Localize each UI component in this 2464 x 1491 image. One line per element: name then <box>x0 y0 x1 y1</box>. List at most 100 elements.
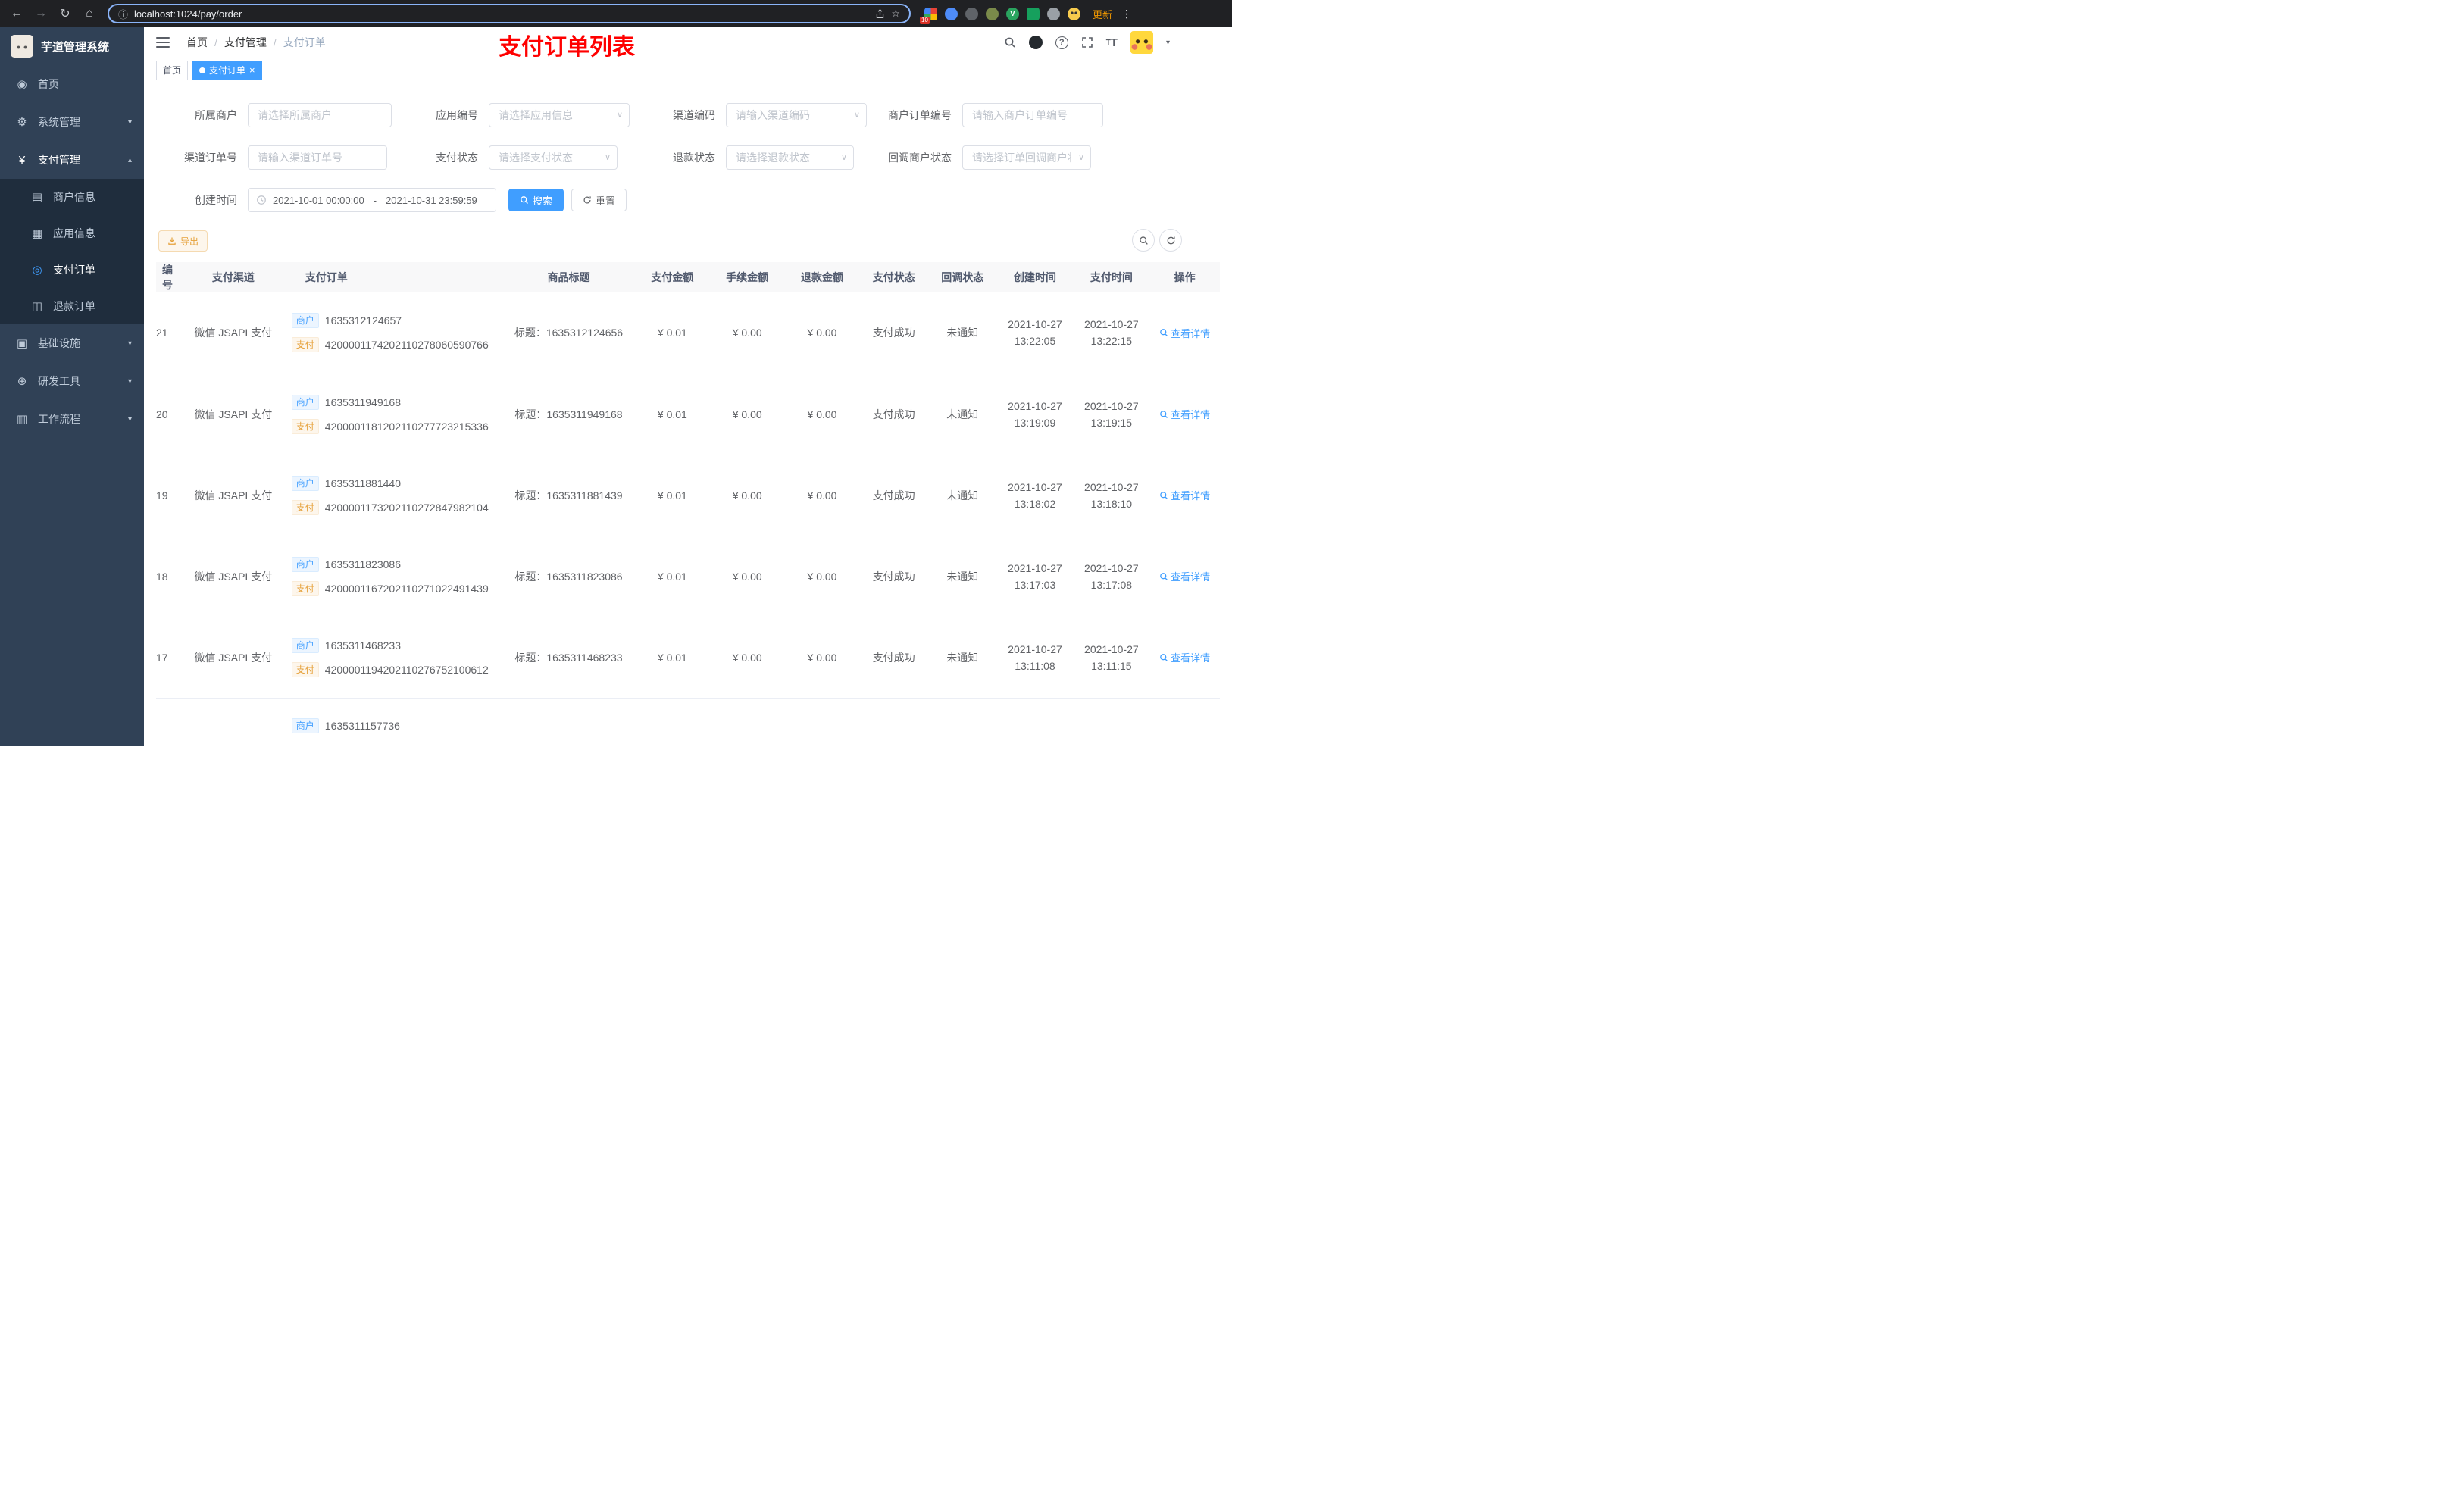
channel-order-no-input[interactable] <box>248 145 387 170</box>
search-button[interactable]: 搜索 <box>508 189 564 211</box>
extensions-puzzle-icon[interactable] <box>1047 7 1060 20</box>
view-detail-label: 查看详情 <box>1171 571 1211 583</box>
avatar-dropdown-icon[interactable]: ▾ <box>1166 39 1170 47</box>
sidebar-item-pay-order[interactable]: ◎ 支付订单 <box>0 252 144 288</box>
extension-icon-1[interactable]: 10 <box>920 7 937 24</box>
merchant-order-no-input[interactable] <box>962 103 1103 127</box>
breadcrumb-section[interactable]: 支付管理 <box>224 35 267 50</box>
close-tab-icon[interactable]: × <box>249 65 255 75</box>
sidebar-item-label: 首页 <box>38 78 59 90</box>
url-text[interactable]: localhost:1024/pay/order <box>134 8 869 20</box>
refund-amount: ¥ 0.00 <box>784 292 860 374</box>
merchant-input[interactable] <box>248 103 392 127</box>
view-detail-label: 查看详情 <box>1171 409 1211 420</box>
refund-amount: ¥ 0.00 <box>784 455 860 536</box>
collapse-sidebar-icon[interactable] <box>156 37 170 48</box>
chevron-down-icon: ▾ <box>127 339 132 348</box>
view-detail-link[interactable]: 查看详情 <box>1159 326 1210 340</box>
sidebar-item-system[interactable]: ⚙ 系统管理 ▾ <box>0 103 144 141</box>
sidebar-item-app-info[interactable]: ▦ 应用信息 <box>0 215 144 252</box>
bookmark-star-icon[interactable]: ☆ <box>891 8 900 20</box>
browser-home-icon[interactable]: ⌂ <box>80 7 98 20</box>
sidebar-item-refund-order[interactable]: ◫ 退款订单 <box>0 288 144 324</box>
col-create-time: 创建时间 <box>996 262 1074 292</box>
col-actions: 操作 <box>1149 262 1220 292</box>
order-id: 18 <box>156 536 183 617</box>
fee-amount: ¥ 0.00 <box>709 292 785 374</box>
pay-status-select[interactable] <box>489 145 618 170</box>
pay-status: 支付成功 <box>859 536 928 617</box>
search-icon[interactable] <box>1004 36 1016 48</box>
merchant-tag: 商户 <box>291 556 319 572</box>
github-icon[interactable] <box>1028 36 1043 49</box>
extension-icon-4[interactable] <box>986 7 999 20</box>
font-size-icon[interactable]: TT <box>1106 36 1118 49</box>
help-icon[interactable]: ? <box>1055 36 1068 49</box>
create-time: 2021-10-27 13:17:03 <box>996 536 1074 617</box>
profile-avatar-icon[interactable] <box>1068 7 1080 20</box>
site-info-icon[interactable]: ⓘ <box>118 7 128 21</box>
reset-button[interactable]: 重置 <box>571 189 627 211</box>
tag-views-bar: 首页 支付订单 × <box>144 58 1232 83</box>
sidebar-item-payment[interactable]: ¥ 支付管理 ▴ <box>0 141 144 179</box>
pay-clock: 13:17:08 <box>1090 578 1133 591</box>
merchant-order-no-filter-label: 商户订单编号 <box>888 109 952 121</box>
user-avatar[interactable] <box>1130 31 1153 54</box>
yen-icon: ¥ <box>18 153 26 167</box>
view-detail-link[interactable]: 查看详情 <box>1159 569 1210 583</box>
refund-status-select[interactable] <box>726 145 854 170</box>
page-header: 首页 / 支付管理 / 支付订单 支付订单列表 ? TT ▾ <box>144 27 1232 60</box>
browser-back-icon[interactable]: ← <box>8 7 26 20</box>
sidebar-item-merchant-info[interactable]: ▤ 商户信息 <box>0 179 144 215</box>
refund-status-filter: ∨ <box>726 145 854 170</box>
extension-icon-6[interactable] <box>1027 7 1040 20</box>
breadcrumb: 首页 / 支付管理 / 支付订单 <box>186 35 326 50</box>
sidebar-item-dev-tools[interactable]: ⊕ 研发工具 ▾ <box>0 362 144 400</box>
extension-icon-3[interactable] <box>965 7 978 20</box>
orders-table: 编号 支付渠道 支付订单 商品标题 支付金额 手续金额 退款金额 支付状态 回调… <box>156 262 1220 746</box>
callback-status-filter-label: 回调商户状态 <box>888 152 952 164</box>
workflow-icon: ▥ <box>16 413 28 426</box>
view-detail-link[interactable]: 查看详情 <box>1159 650 1210 664</box>
sidebar-item-infrastructure[interactable]: ▣ 基础设施 ▾ <box>0 324 144 362</box>
share-icon[interactable] <box>875 8 885 19</box>
address-bar[interactable]: ⓘ localhost:1024/pay/order ☆ <box>108 4 911 23</box>
browser-forward-icon[interactable]: → <box>32 7 50 20</box>
tab-pay-order[interactable]: 支付订单 × <box>192 60 262 80</box>
fee-amount: ¥ 0.00 <box>709 617 785 699</box>
create-time-range-picker[interactable]: 2021-10-01 00:00:00 - 2021-10-31 23:59:5… <box>248 188 496 212</box>
export-button[interactable]: 导出 <box>158 230 208 252</box>
table-row: 17 微信 JSAPI 支付 商户 1635311468233 支付 42000… <box>156 617 1220 699</box>
view-detail-link[interactable]: 查看详情 <box>1159 407 1210 421</box>
refresh-table-button[interactable] <box>1159 229 1182 252</box>
sidebar-item-home[interactable]: ◉ 首页 <box>0 65 144 103</box>
fullscreen-icon[interactable] <box>1081 36 1093 48</box>
pay-status-filter: ∨ <box>489 145 618 170</box>
toggle-search-button[interactable] <box>1132 229 1155 252</box>
tab-home[interactable]: 首页 <box>156 60 189 80</box>
pay-time: 2021-10-27 13:11:15 <box>1073 617 1150 699</box>
table-header: 编号 支付渠道 支付订单 商品标题 支付金额 手续金额 退款金额 支付状态 回调… <box>156 262 1220 292</box>
date-start-value[interactable]: 2021-10-01 00:00:00 <box>273 195 364 206</box>
app-no-select[interactable] <box>489 103 630 127</box>
create-time-filter-label: 创建时间 <box>195 194 237 206</box>
channel-code-select[interactable] <box>726 103 867 127</box>
refund-amount: ¥ 0.00 <box>784 536 860 617</box>
callback-status-select[interactable] <box>962 145 1091 170</box>
sidebar-item-workflow[interactable]: ▥ 工作流程 ▾ <box>0 400 144 438</box>
browser-update-button[interactable]: 更新 <box>1093 7 1112 21</box>
extension-icon-2[interactable] <box>945 7 958 20</box>
breadcrumb-separator: / <box>214 36 217 48</box>
browser-refresh-icon[interactable]: ↻ <box>56 6 74 21</box>
date-end-value[interactable]: 2021-10-31 23:59:59 <box>386 195 477 206</box>
view-detail-link[interactable]: 查看详情 <box>1159 488 1210 502</box>
vue-devtools-icon[interactable]: V <box>1006 7 1019 20</box>
browser-menu-icon[interactable]: ⋮ <box>1121 8 1132 20</box>
clock-icon <box>256 195 267 205</box>
merchant-tag: 商户 <box>291 475 319 491</box>
breadcrumb-home[interactable]: 首页 <box>186 35 208 50</box>
col-id: 编号 <box>156 262 183 292</box>
create-date: 2021-10-27 <box>1008 561 1062 574</box>
create-time: 2021-10-27 13:22:05 <box>996 292 1074 374</box>
channel-order-no: 4200001173202110272847982104 <box>324 501 489 514</box>
